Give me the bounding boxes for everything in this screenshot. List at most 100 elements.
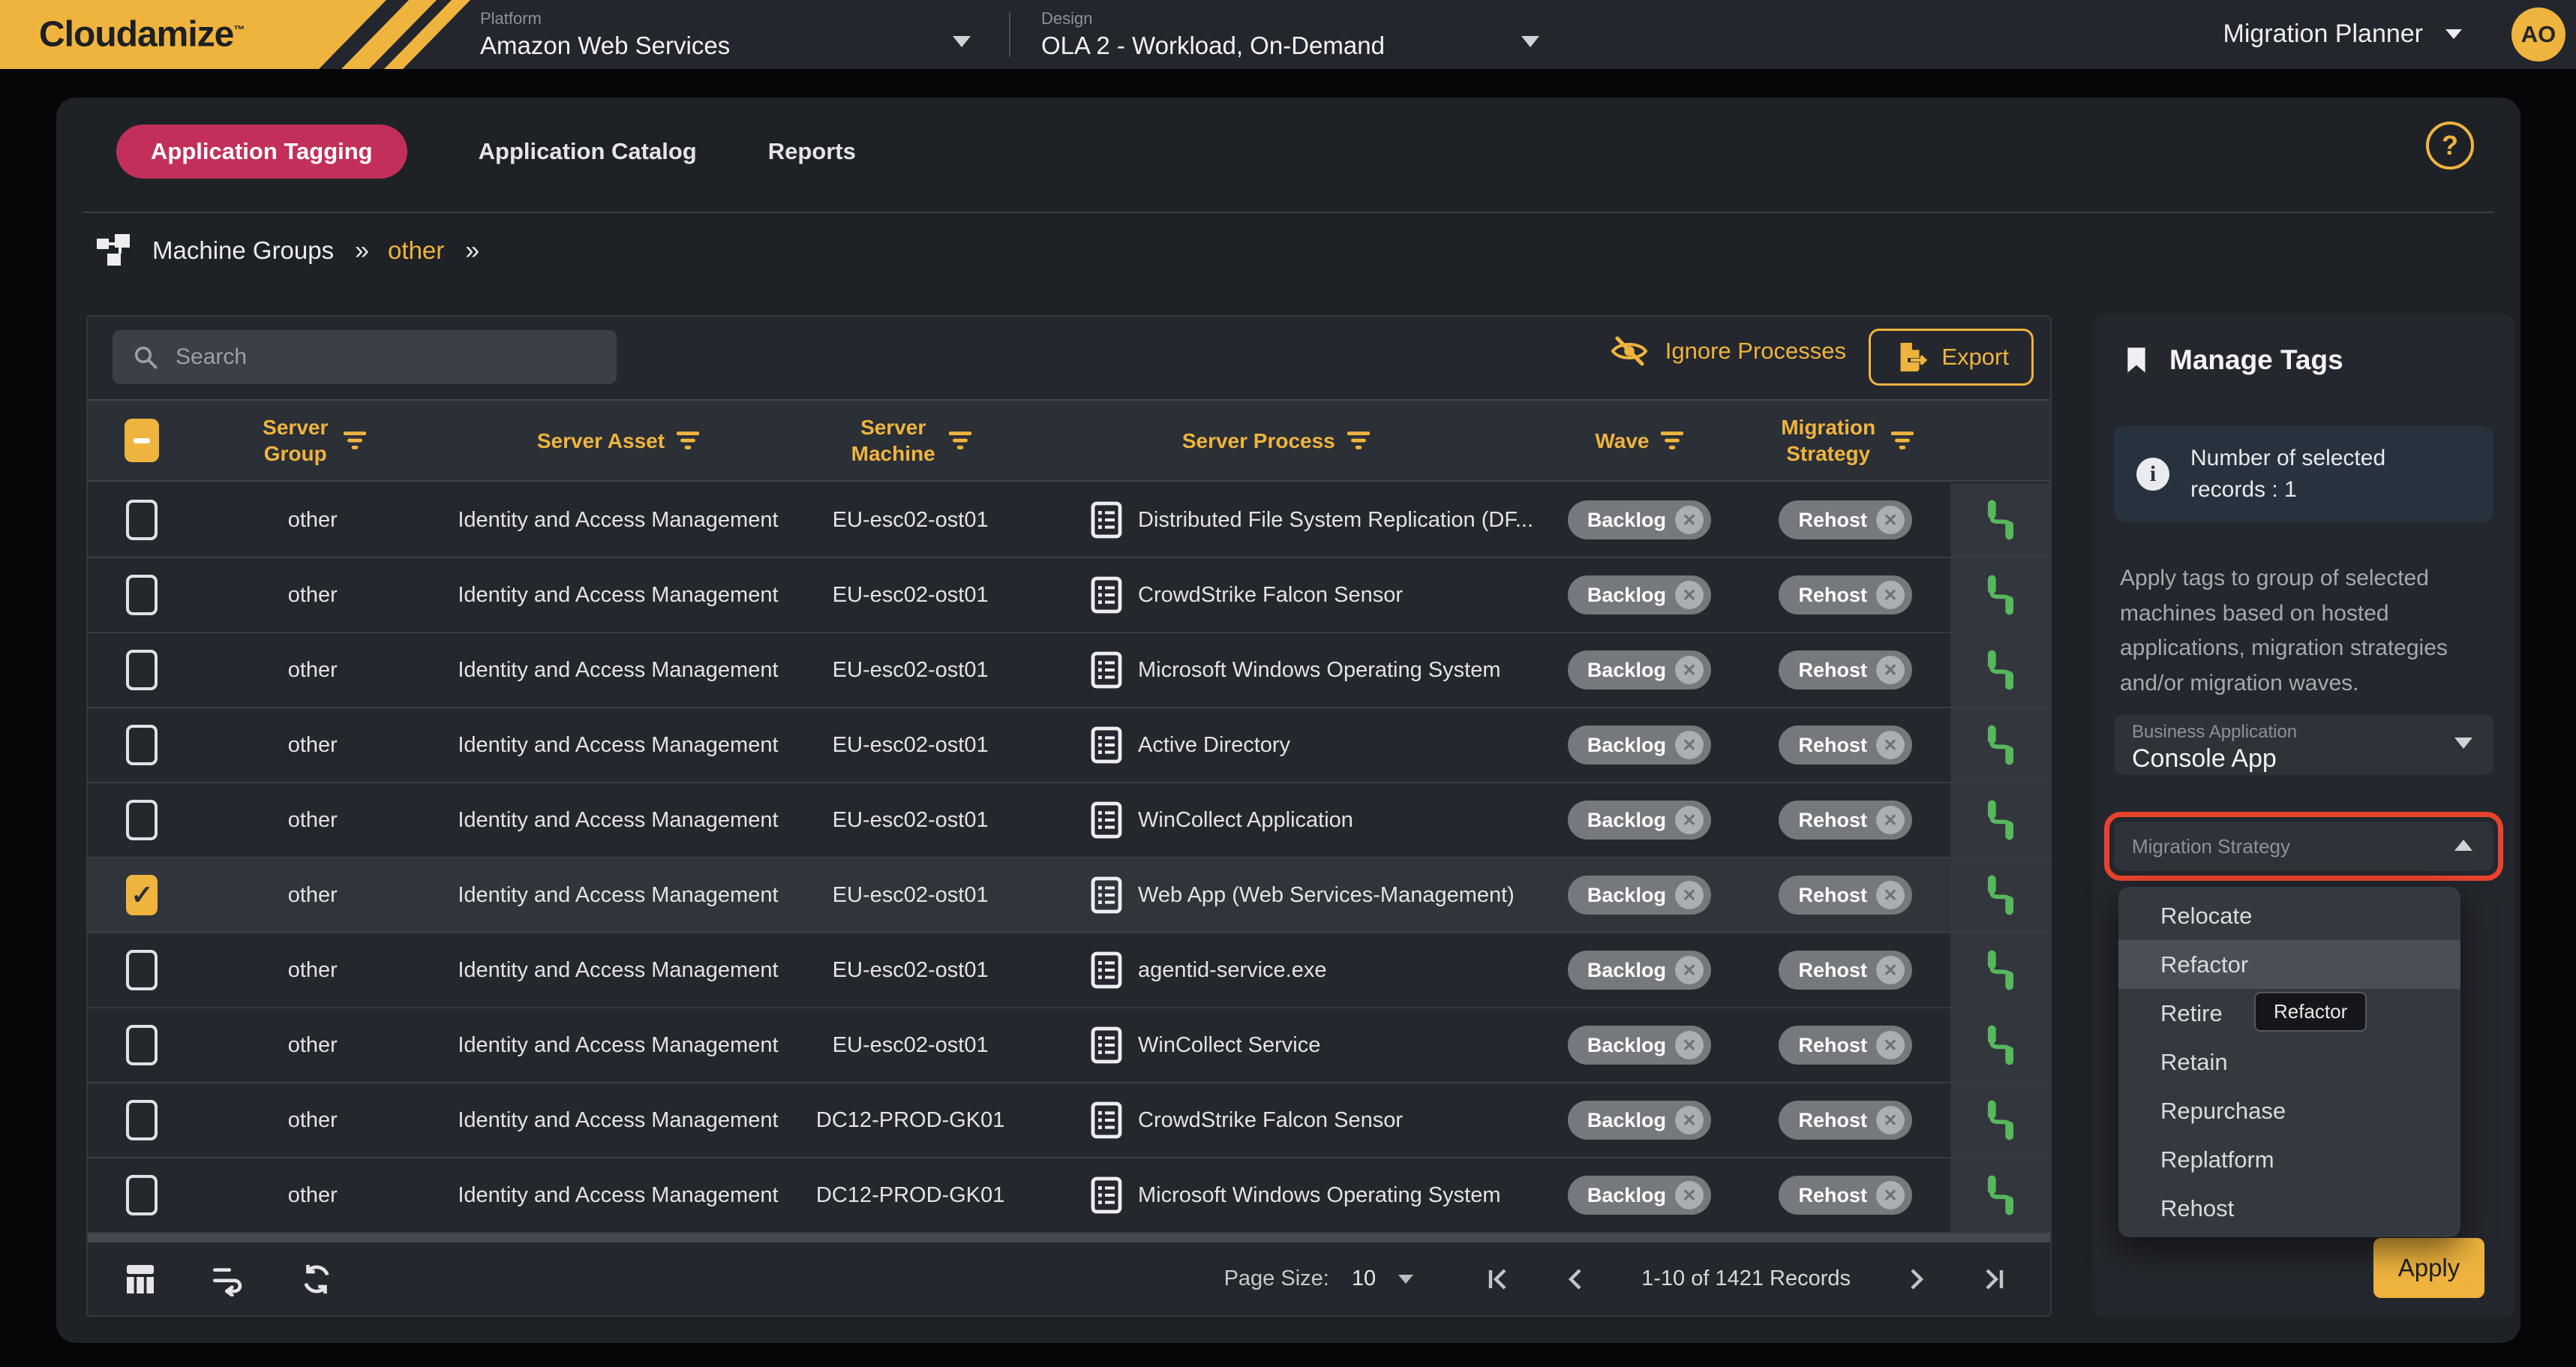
option-replatform[interactable]: Replatform [2118,1135,2460,1184]
horizontal-scrollbar[interactable] [88,1233,2050,1242]
selected-records-text: Number of selected records : 1 [2190,443,2445,506]
option-refactor[interactable]: Refactor [2118,940,2460,989]
cell-server-machine: EU-esc02-ost01 [807,708,1013,782]
row-checkbox-checked[interactable]: ✓ [126,875,158,915]
row-checkbox[interactable] [126,725,158,765]
next-page-button[interactable] [1903,1264,1929,1294]
platform-select[interactable]: Platform Amazon Web Services [480,9,990,60]
badge-close-icon[interactable]: ✕ [1876,956,1905,984]
process-connections-button[interactable] [1950,558,2050,632]
badge-close-icon[interactable]: ✕ [1675,731,1704,759]
filter-icon[interactable] [677,430,699,451]
last-page-button[interactable] [1981,1264,2007,1294]
select-all-checkbox[interactable] [125,419,159,462]
chevron-left-icon [1563,1264,1589,1294]
search-box[interactable] [113,330,617,384]
cell-server-asset: Identity and Access Management [429,1008,808,1082]
badge-close-icon[interactable]: ✕ [1876,806,1905,834]
process-list-icon [1090,876,1123,915]
badge-close-icon[interactable]: ✕ [1675,1181,1704,1209]
tab-reports[interactable]: Reports [768,138,856,165]
business-application-select[interactable]: Business Application Console App [2114,715,2493,775]
migration-strategy-select[interactable]: Migration Strategy [2114,822,2493,871]
previous-page-button[interactable] [1563,1264,1589,1294]
process-connections-button[interactable] [1950,708,2050,782]
process-list-icon [1090,650,1123,690]
badge-close-icon[interactable]: ✕ [1675,1106,1704,1134]
ignore-processes-button[interactable]: Ignore Processes [1610,335,1846,368]
badge-close-icon[interactable]: ✕ [1876,1181,1905,1209]
cell-server-group: other [197,633,429,707]
badge-close-icon[interactable]: ✕ [1675,1031,1704,1059]
badge-close-icon[interactable]: ✕ [1675,956,1704,984]
filter-icon[interactable] [949,430,971,451]
apply-button[interactable]: Apply [2373,1238,2484,1298]
cell-server-asset: Identity and Access Management [429,1083,808,1157]
refresh-button[interactable] [299,1262,334,1296]
row-checkbox[interactable] [126,1100,158,1140]
badge-close-icon[interactable]: ✕ [1876,1031,1905,1059]
first-page-icon [1485,1264,1511,1294]
strategy-badge: Rehost✕ [1779,575,1912,614]
user-avatar[interactable]: AO [2511,8,2565,62]
badge-close-icon[interactable]: ✕ [1675,881,1704,909]
badge-close-icon[interactable]: ✕ [1675,656,1704,684]
design-select[interactable]: Design OLA 2 - Workload, On-Demand [1041,9,1551,60]
first-page-button[interactable] [1485,1264,1511,1294]
badge-close-icon[interactable]: ✕ [1675,506,1704,534]
row-checkbox[interactable] [126,1025,158,1065]
page-size-select[interactable]: Page Size: 10 [1224,1266,1414,1291]
process-connections-button[interactable] [1950,1008,2050,1082]
process-connections-button[interactable] [1950,633,2050,707]
badge-close-icon[interactable]: ✕ [1876,731,1905,759]
badge-close-icon[interactable]: ✕ [1675,581,1704,609]
cell-server-group: other [197,483,429,557]
help-icon[interactable]: ? [2426,122,2474,170]
row-checkbox[interactable] [126,650,158,690]
process-connections-button[interactable] [1950,933,2050,1007]
breadcrumb-machine-groups[interactable]: Machine Groups [152,236,334,265]
breadcrumb-other[interactable]: other [388,236,444,265]
wrap-text-button[interactable] [211,1262,245,1296]
tab-application-catalog[interactable]: Application Catalog [479,138,697,165]
cell-server-process: Active Directory [1013,708,1539,782]
filter-icon[interactable] [1891,430,1914,451]
row-checkbox[interactable] [126,950,158,990]
row-checkbox[interactable] [126,800,158,840]
badge-close-icon[interactable]: ✕ [1876,656,1905,684]
table-row: other Identity and Access Management EU-… [88,783,2050,858]
process-connections-button[interactable] [1950,858,2050,932]
export-button[interactable]: Export [1869,329,2034,386]
badge-close-icon[interactable]: ✕ [1876,506,1905,534]
selected-records-info: i Number of selected records : 1 [2114,426,2493,522]
table-row: other Identity and Access Management EU-… [88,1008,2050,1083]
row-checkbox[interactable] [126,575,158,615]
app-switcher-migration-planner[interactable]: Migration Planner [2223,20,2462,49]
column-header-server-process: Server Process [1013,401,1538,480]
cell-server-group: other [197,1083,429,1157]
badge-close-icon[interactable]: ✕ [1876,581,1905,609]
wave-badge: Backlog✕ [1568,951,1711,990]
badge-close-icon[interactable]: ✕ [1675,806,1704,834]
filter-icon[interactable] [1661,430,1683,451]
process-connections-button[interactable] [1950,1158,2050,1232]
badge-close-icon[interactable]: ✕ [1876,1106,1905,1134]
option-repurchase[interactable]: Repurchase [2118,1086,2460,1135]
row-checkbox[interactable] [126,500,158,540]
option-relocate[interactable]: Relocate [2118,891,2460,940]
process-connections-button[interactable] [1950,1083,2050,1157]
connection-icon [1980,949,2022,991]
tab-application-tagging[interactable]: Application Tagging [116,125,407,179]
row-checkbox[interactable] [126,1175,158,1215]
option-rehost[interactable]: Rehost [2118,1184,2460,1233]
search-input[interactable] [176,344,597,370]
option-retain[interactable]: Retain [2118,1038,2460,1086]
badge-close-icon[interactable]: ✕ [1876,881,1905,909]
process-connections-button[interactable] [1950,783,2050,857]
wave-badge: Backlog✕ [1568,1101,1711,1140]
filter-icon[interactable] [344,430,366,451]
column-settings-button[interactable] [124,1262,157,1296]
filter-icon[interactable] [1347,430,1370,451]
process-connections-button[interactable] [1950,483,2050,557]
breadcrumb-separator: » [465,236,477,266]
